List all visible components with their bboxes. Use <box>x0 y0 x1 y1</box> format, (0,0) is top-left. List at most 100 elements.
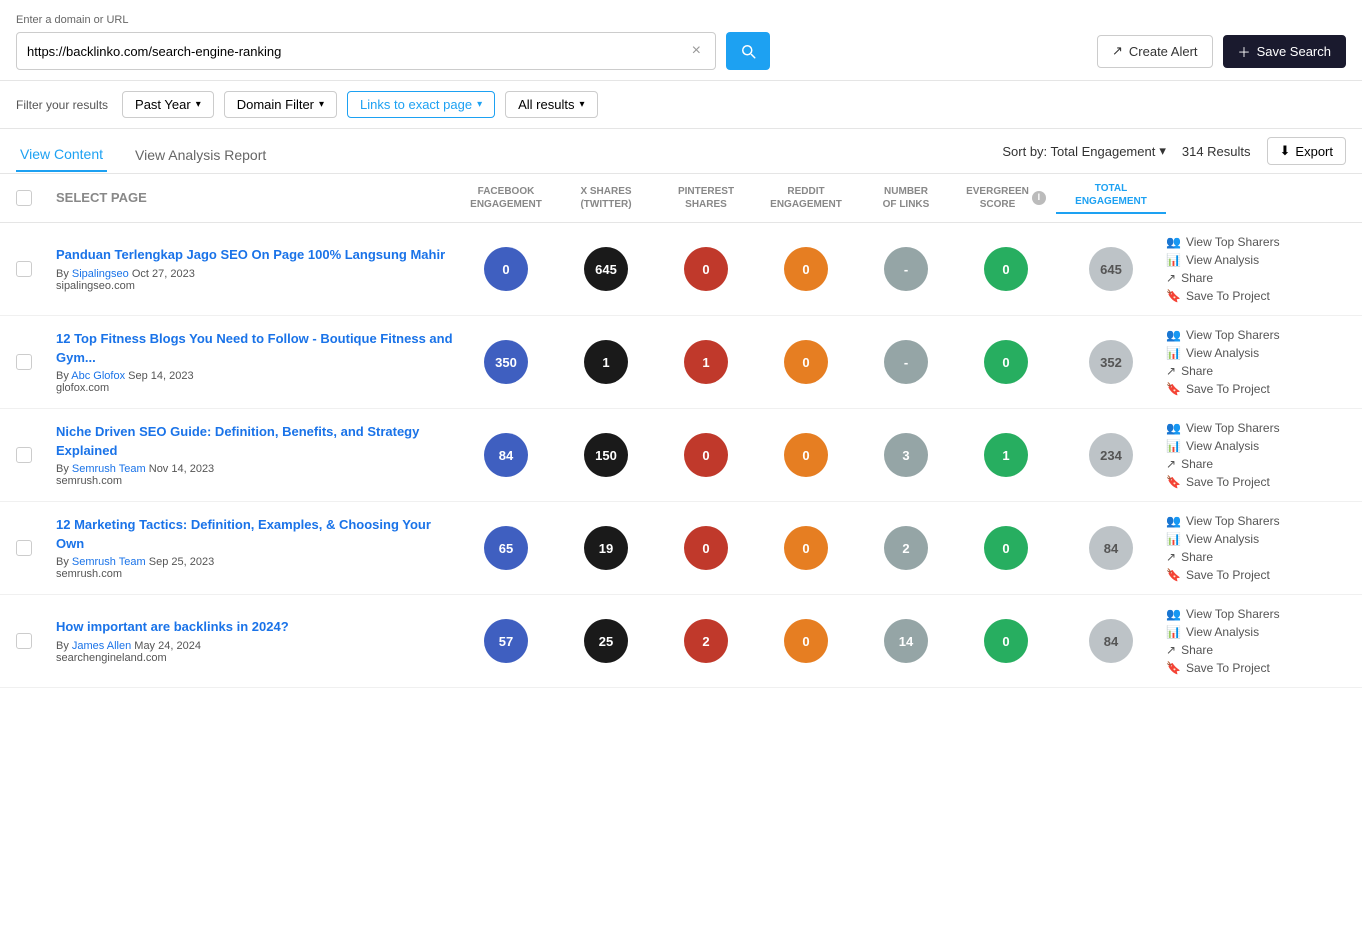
metric-circle: 19 <box>584 526 628 570</box>
view-analysis-link[interactable]: 📊 View Analysis <box>1166 439 1346 453</box>
pinterest-col: 1 <box>656 340 756 384</box>
view-analysis-link[interactable]: 📊 View Analysis <box>1166 625 1346 639</box>
col-header-title: Select Page <box>56 190 456 207</box>
metric-circle: 0 <box>784 247 828 291</box>
links-col: - <box>856 247 956 291</box>
tab-view-content[interactable]: View Content <box>16 138 107 172</box>
domain-filter-label: Domain Filter <box>237 97 314 112</box>
top-label: Enter a domain or URL <box>16 14 1346 26</box>
share-link[interactable]: ↗ Share <box>1166 271 1346 285</box>
view-analysis-link[interactable]: 📊 View Analysis <box>1166 346 1346 360</box>
filter-all-results[interactable]: All results ▾ <box>505 91 597 118</box>
chart-icon: 📊 <box>1166 346 1181 360</box>
save-to-project-link[interactable]: 🔖 Save To Project <box>1166 568 1346 582</box>
filter-links-exact[interactable]: Links to exact page ▾ <box>347 91 495 118</box>
article-info: 12 Top Fitness Blogs You Need to Follow … <box>56 330 456 393</box>
metric-circle: 3 <box>884 433 928 477</box>
top-bar: Enter a domain or URL × ↗ Create Alert ＋… <box>0 0 1362 81</box>
author-link[interactable]: Semrush Team <box>72 463 146 475</box>
metric-circle: 84 <box>1089 526 1133 570</box>
evergreen-info-icon[interactable]: i <box>1032 191 1046 205</box>
view-top-sharers-link[interactable]: 👥 View Top Sharers <box>1166 421 1346 435</box>
metric-circle: 234 <box>1089 433 1133 477</box>
save-to-project-label: Save To Project <box>1186 568 1270 582</box>
metric-circle: 0 <box>684 526 728 570</box>
view-top-sharers-link[interactable]: 👥 View Top Sharers <box>1166 514 1346 528</box>
filter-past-year[interactable]: Past Year ▾ <box>122 91 214 118</box>
sort-button[interactable]: Sort by: Total Engagement ▾ <box>1002 143 1166 159</box>
article-title[interactable]: Panduan Terlengkap Jago SEO On Page 100%… <box>56 246 456 264</box>
article-domain: sipalingseo.com <box>56 280 456 292</box>
save-to-project-link[interactable]: 🔖 Save To Project <box>1166 475 1346 489</box>
table-row: How important are backlinks in 2024? By … <box>0 595 1362 688</box>
select-all-checkbox[interactable] <box>16 190 32 206</box>
save-to-project-label: Save To Project <box>1186 475 1270 489</box>
reddit-col: 0 <box>756 526 856 570</box>
view-top-sharers-label: View Top Sharers <box>1186 328 1280 342</box>
row-checkbox-wrap <box>16 447 56 463</box>
view-analysis-label: View Analysis <box>1186 625 1259 639</box>
view-analysis-link[interactable]: 📊 View Analysis <box>1166 532 1346 546</box>
links-col: 14 <box>856 619 956 663</box>
article-title[interactable]: How important are backlinks in 2024? <box>56 618 456 636</box>
tab-view-analysis-report[interactable]: View Analysis Report <box>131 139 270 171</box>
table-body: Panduan Terlengkap Jago SEO On Page 100%… <box>0 223 1362 688</box>
save-to-project-link[interactable]: 🔖 Save To Project <box>1166 289 1346 303</box>
row-checkbox-wrap <box>16 540 56 556</box>
view-top-sharers-link[interactable]: 👥 View Top Sharers <box>1166 328 1346 342</box>
reddit-col: 0 <box>756 340 856 384</box>
share-link[interactable]: ↗ Share <box>1166 643 1346 657</box>
author-link[interactable]: James Allen <box>72 640 131 652</box>
create-alert-button[interactable]: ↗ Create Alert <box>1097 35 1213 68</box>
twitter-col: 150 <box>556 433 656 477</box>
view-top-sharers-link[interactable]: 👥 View Top Sharers <box>1166 607 1346 621</box>
pinterest-col: 2 <box>656 619 756 663</box>
view-top-sharers-link[interactable]: 👥 View Top Sharers <box>1166 235 1346 249</box>
row-checkbox[interactable] <box>16 633 32 649</box>
col-header-links: NUMBER OF LINKS <box>856 185 956 211</box>
row-checkbox[interactable] <box>16 540 32 556</box>
metric-circle: 84 <box>484 433 528 477</box>
metric-circle: 0 <box>684 247 728 291</box>
author-link[interactable]: Abc Glofox <box>71 370 125 382</box>
search-input[interactable] <box>27 44 688 59</box>
share-icon: ↗ <box>1166 271 1176 285</box>
author-link[interactable]: Semrush Team <box>72 556 146 568</box>
share-icon: ↗ <box>1166 457 1176 471</box>
people-icon: 👥 <box>1166 514 1181 528</box>
people-icon: 👥 <box>1166 607 1181 621</box>
share-link[interactable]: ↗ Share <box>1166 550 1346 564</box>
view-analysis-link[interactable]: 📊 View Analysis <box>1166 253 1346 267</box>
share-link[interactable]: ↗ Share <box>1166 457 1346 471</box>
select-page-label: Select Page <box>56 190 147 207</box>
search-button[interactable] <box>726 32 770 70</box>
article-title[interactable]: Niche Driven SEO Guide: Definition, Bene… <box>56 423 456 459</box>
row-checkbox[interactable] <box>16 354 32 370</box>
metric-circle: 0 <box>984 247 1028 291</box>
filter-domain[interactable]: Domain Filter ▾ <box>224 91 337 118</box>
links-col: - <box>856 340 956 384</box>
save-to-project-link[interactable]: 🔖 Save To Project <box>1166 382 1346 396</box>
search-icon <box>739 42 757 60</box>
metric-circle: 352 <box>1089 340 1133 384</box>
chevron-down-icon: ▾ <box>196 99 201 110</box>
article-meta: By Semrush Team Nov 14, 2023 <box>56 463 456 475</box>
bookmark-icon: 🔖 <box>1166 289 1181 303</box>
save-to-project-link[interactable]: 🔖 Save To Project <box>1166 661 1346 675</box>
links-col: 2 <box>856 526 956 570</box>
search-row: × ↗ Create Alert ＋ Save Search <box>16 32 1346 70</box>
total-col: 84 <box>1056 526 1166 570</box>
article-title[interactable]: 12 Marketing Tactics: Definition, Exampl… <box>56 516 456 552</box>
metric-circle: 0 <box>784 619 828 663</box>
article-meta: By Sipalingseo Oct 27, 2023 <box>56 268 456 280</box>
clear-button[interactable]: × <box>688 40 705 62</box>
save-search-button[interactable]: ＋ Save Search <box>1223 35 1346 68</box>
author-link[interactable]: Sipalingseo <box>72 268 129 280</box>
row-checkbox[interactable] <box>16 261 32 277</box>
share-link[interactable]: ↗ Share <box>1166 364 1346 378</box>
export-button[interactable]: ⬇ Export <box>1267 137 1346 165</box>
row-checkbox[interactable] <box>16 447 32 463</box>
reddit-col: 0 <box>756 247 856 291</box>
row-actions: 👥 View Top Sharers 📊 View Analysis ↗ Sha… <box>1166 607 1346 675</box>
article-title[interactable]: 12 Top Fitness Blogs You Need to Follow … <box>56 330 456 366</box>
